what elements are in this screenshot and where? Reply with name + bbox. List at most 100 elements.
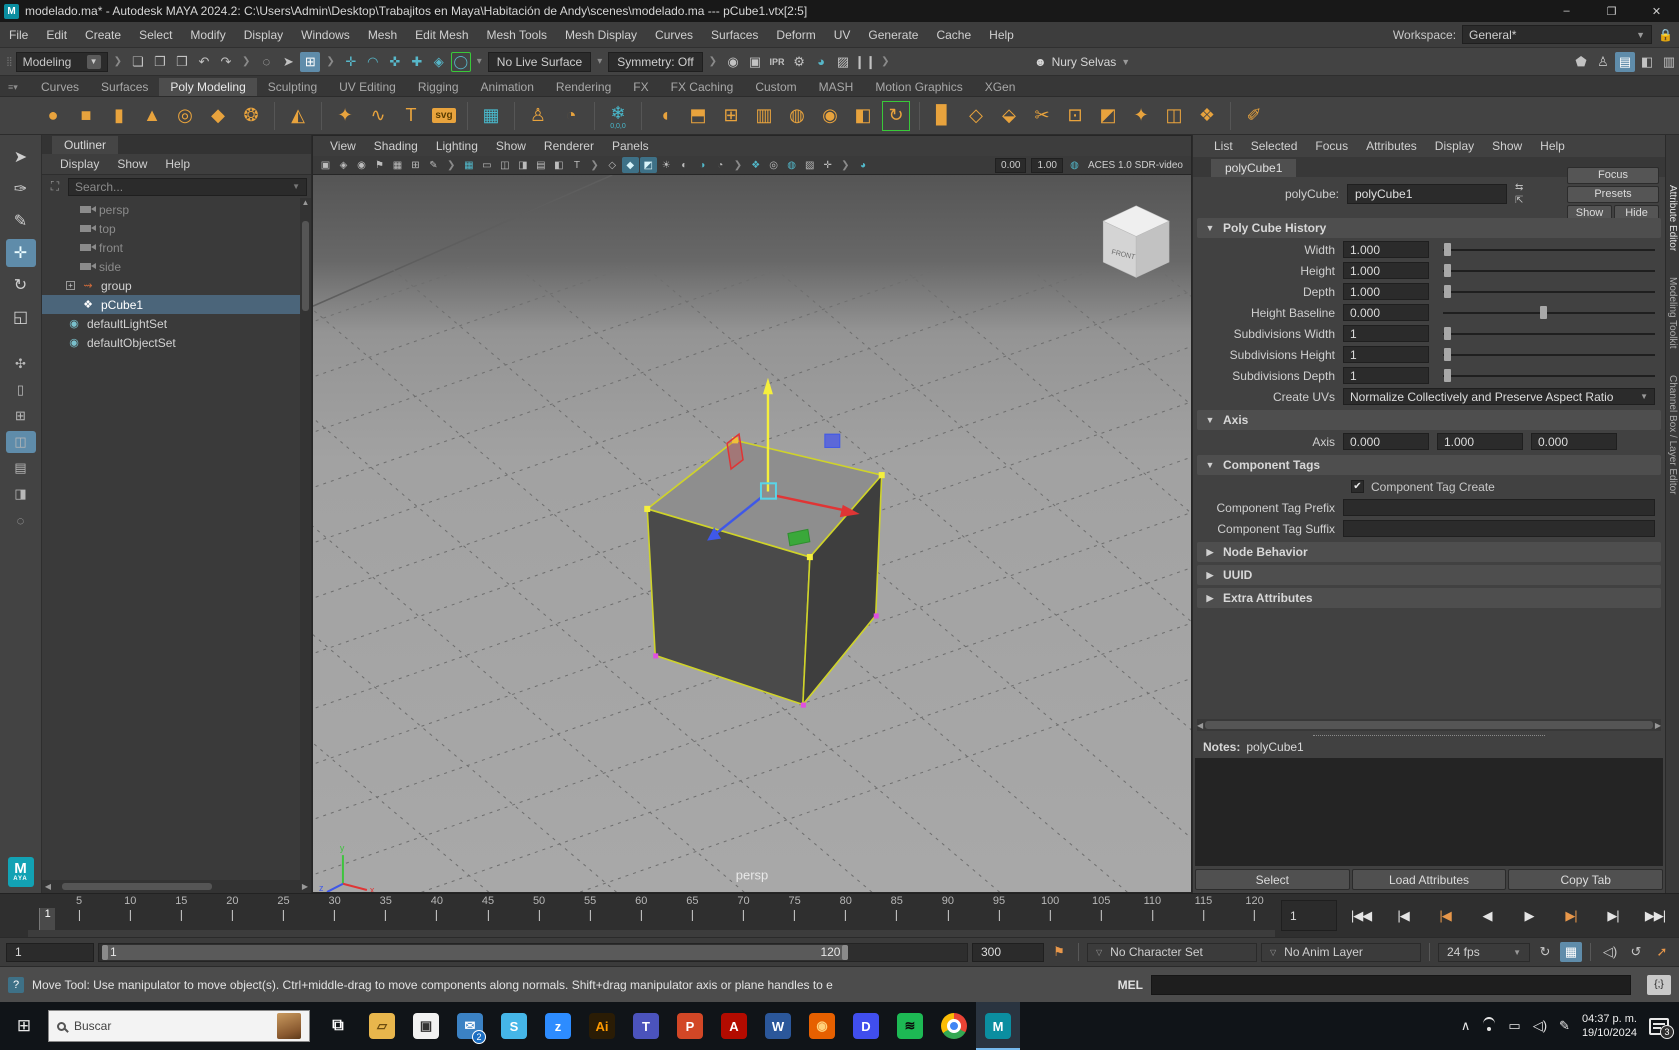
wifi-icon[interactable] (1482, 1017, 1496, 1031)
outliner-item-group[interactable]: + ⇝ group (42, 276, 311, 295)
shelf-tab-poly-modeling[interactable]: Poly Modeling (159, 78, 257, 96)
menu-display[interactable]: Display (235, 22, 292, 47)
outliner-item-defaultObjectSet[interactable]: ◉ defaultObjectSet (42, 333, 311, 352)
step-back-frame-button[interactable]: |◀ (1383, 901, 1423, 931)
close-button[interactable]: ✕ (1634, 0, 1679, 22)
paint-select-tool[interactable]: ✎ (6, 207, 36, 235)
menu-generate[interactable]: Generate (859, 22, 927, 47)
crease-icon[interactable]: ✦ (1126, 100, 1156, 132)
snap-grid-icon[interactable]: ✛ (341, 52, 361, 72)
menu-mesh-display[interactable]: Mesh Display (556, 22, 646, 47)
attr-slider[interactable] (1443, 347, 1655, 362)
menu-create[interactable]: Create (76, 22, 130, 47)
symmetrize-icon[interactable]: ◫ (1159, 100, 1189, 132)
attr-slider[interactable] (1443, 284, 1655, 299)
remesh-icon[interactable]: ❖ (1192, 100, 1222, 132)
shadows-icon[interactable]: ◐ (676, 157, 693, 173)
workspace-select[interactable]: General* ▼ (1462, 25, 1653, 44)
minimize-button[interactable]: – (1544, 0, 1589, 22)
lock-camera-icon[interactable]: ◈ (335, 157, 352, 173)
bookmark-icon[interactable]: ⚑ (1048, 942, 1070, 962)
notification-center-icon[interactable]: 3 (1649, 1017, 1674, 1039)
shelf-tab-mash[interactable]: MASH (808, 78, 865, 96)
step-forward-frame-button[interactable]: ▶| (1593, 901, 1633, 931)
exposure-icon[interactable]: ◕ (855, 157, 872, 173)
go-to-end-button[interactable]: ▶▶| (1635, 901, 1675, 931)
separate-icon[interactable]: ⊞ (716, 100, 746, 132)
speaker-icon[interactable]: ◁) (1533, 1018, 1547, 1034)
grid-icon[interactable]: ▦ (460, 157, 477, 173)
attr-slider[interactable] (1443, 305, 1655, 320)
viewport-menu-shading[interactable]: Shading (365, 139, 427, 153)
attr-slider[interactable] (1443, 368, 1655, 383)
attr-slider[interactable] (1443, 326, 1655, 341)
multicut-icon[interactable]: ✂ (1027, 100, 1057, 132)
shelf-tab-uv-editing[interactable]: UV Editing (328, 78, 407, 96)
slider-handle[interactable] (1444, 285, 1452, 298)
taskbar-app-illustrator[interactable]: Ai (580, 1002, 624, 1050)
range-slider-track[interactable]: 1 120 (98, 942, 968, 962)
menu-windows[interactable]: Windows (292, 22, 359, 47)
current-frame-field[interactable]: 1 (1281, 900, 1337, 931)
animation-start-field[interactable]: 1 (6, 942, 94, 962)
attr-value-field[interactable]: 1.000 (1343, 262, 1429, 279)
outliner-menu-show[interactable]: Show (109, 157, 155, 171)
shelf-tab-custom[interactable]: Custom (744, 78, 807, 96)
render-current-frame-icon[interactable]: ▣ (745, 52, 765, 72)
taskbar-clock[interactable]: 04:37 p. m. 19/10/2024 (1582, 1012, 1637, 1040)
pin-node-icon[interactable]: ⇆ (1515, 182, 1523, 193)
2d-pan-zoom-icon[interactable]: ⊞ (407, 157, 424, 173)
ae-menu-attributes[interactable]: Attributes (1357, 139, 1426, 153)
outliner-search-input[interactable]: Search... ▼ (68, 177, 307, 196)
undo-icon[interactable]: ↶ (194, 52, 214, 72)
menu-select[interactable]: Select (130, 22, 181, 47)
current-frame-marker[interactable]: 1 (39, 908, 56, 930)
ipr-render-icon[interactable]: IPR (767, 52, 787, 72)
render-settings-icon[interactable]: ⚙ (789, 52, 809, 72)
outliner-item-persp[interactable]: persp (42, 200, 311, 219)
select-button[interactable]: Select (1195, 869, 1350, 890)
safe-title-icon[interactable]: T (568, 157, 585, 173)
snap-point-icon[interactable]: ✜ (385, 52, 405, 72)
ae-menu-display[interactable]: Display (1426, 139, 1483, 153)
taskbar-app-firefox[interactable]: ◉ (800, 1002, 844, 1050)
ae-menu-selected[interactable]: Selected (1242, 139, 1307, 153)
gamma-field[interactable]: 1.00 (1031, 157, 1063, 173)
bookmark-icon[interactable]: ⚑ (371, 157, 388, 173)
slider-handle[interactable] (1444, 327, 1452, 340)
select-node-icon[interactable]: ⇱ (1515, 195, 1523, 206)
panel-tab-attribute-editor[interactable]: Attribute Editor (1667, 185, 1678, 251)
start-button[interactable]: ⊞ (0, 1002, 48, 1050)
mel-command-input[interactable] (1151, 974, 1631, 995)
menu-mesh[interactable]: Mesh (359, 22, 406, 47)
modeling-toolkit-icon[interactable]: ⬟ (1571, 52, 1591, 72)
presets-button[interactable]: Presets (1567, 185, 1659, 203)
panel-tab-modeling-toolkit[interactable]: Modeling Toolkit (1667, 277, 1678, 349)
slider-handle[interactable] (1444, 348, 1452, 361)
smooth-icon[interactable]: ◉ (815, 100, 845, 132)
taskbar-app-task-view[interactable]: ⧉ (316, 1002, 360, 1050)
attr-value-field[interactable]: 1.000 (1343, 241, 1429, 258)
menu-set-select[interactable]: Modeling ▼ (15, 51, 108, 72)
wireframe-icon[interactable]: ◇ (604, 157, 621, 173)
shelf-tab-xgen[interactable]: XGen (974, 78, 1027, 96)
menu-curves[interactable]: Curves (646, 22, 702, 47)
plane-icon[interactable]: ◆ (203, 100, 233, 132)
lasso-tool[interactable]: ✑ (6, 175, 36, 203)
new-scene-icon[interactable]: ❏ (128, 52, 148, 72)
redo-icon[interactable]: ↷ (216, 52, 236, 72)
section-node-behavior[interactable]: ▶ Node Behavior (1197, 542, 1661, 562)
outliner-item-pCube1[interactable]: ❖ pCube1 (42, 295, 311, 314)
viewport-menu-renderer[interactable]: Renderer (535, 139, 603, 153)
film-gate-icon[interactable]: ▭ (478, 157, 495, 173)
taskbar-app-chrome[interactable] (932, 1002, 976, 1050)
pause-viewport-icon[interactable]: ❙❙ (854, 52, 876, 72)
cube-icon[interactable]: ■ (71, 100, 101, 132)
spin-edge-icon[interactable]: ↻ (881, 100, 911, 132)
taskbar-app-mail[interactable]: ✉ 2 (448, 1002, 492, 1050)
taskbar-app-microsoft-store[interactable]: ▣ (404, 1002, 448, 1050)
targetweld-icon[interactable]: ⊡ (1060, 100, 1090, 132)
ae-menu-help[interactable]: Help (1531, 139, 1574, 153)
menu-edit-mesh[interactable]: Edit Mesh (406, 22, 477, 47)
tool-settings-icon[interactable]: ◧ (1637, 52, 1657, 72)
